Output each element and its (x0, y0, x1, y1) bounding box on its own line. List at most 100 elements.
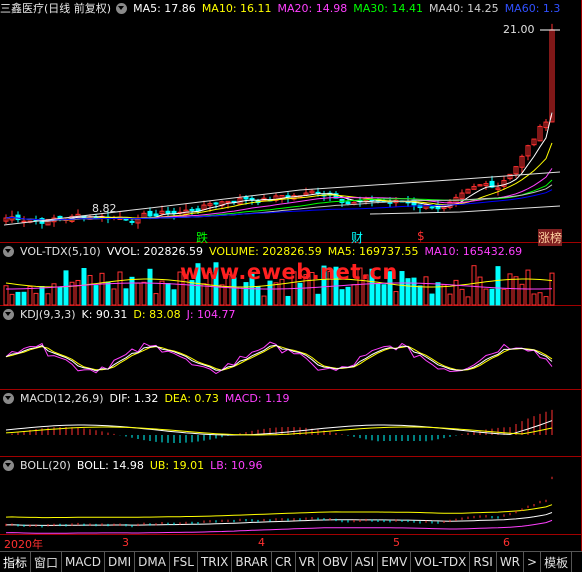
volume-bar (153, 293, 159, 306)
volume-bar (381, 284, 387, 306)
volume-bar (243, 282, 249, 306)
volume-bar (531, 293, 537, 306)
tab-rsi[interactable]: RSI (470, 552, 497, 572)
candle-body (153, 213, 159, 217)
time-label: 2020年 (4, 538, 43, 551)
candle-body (387, 201, 393, 204)
tab-macd[interactable]: MACD (62, 552, 106, 572)
volume-bar (93, 285, 99, 306)
volume-bar (273, 282, 279, 306)
volume-bar (393, 291, 399, 306)
tab-obv[interactable]: OBV (319, 552, 352, 572)
volume-bar (465, 296, 471, 306)
candle-body (21, 220, 27, 223)
volume-bar (75, 279, 81, 306)
volume-bar (507, 273, 513, 306)
volume-bar (537, 292, 543, 306)
volume-bar (189, 280, 195, 306)
macd-chart[interactable] (0, 390, 582, 457)
volume-bar (477, 276, 483, 306)
volume-bar (453, 279, 459, 306)
volume-bar (63, 270, 69, 306)
candle-body (171, 210, 177, 214)
volume-bar (159, 280, 165, 306)
volume-bar (375, 283, 381, 306)
volume-bar (255, 286, 261, 306)
kdj-panel[interactable]: KDJ(9,3,3) K: 90.31 D: 83.08 J: 104.77 (0, 306, 582, 390)
volume-bar (15, 291, 21, 306)
volume-bar (141, 281, 147, 306)
volume-bar (87, 274, 93, 306)
volume-bar (315, 293, 321, 306)
tab--[interactable]: 指标 (0, 552, 32, 572)
kdj-chart[interactable] (0, 306, 582, 390)
tab-dma[interactable]: DMA (135, 552, 170, 572)
volume-bar (147, 268, 153, 306)
candle-body (213, 202, 219, 205)
tab--[interactable]: 模板 (541, 552, 573, 572)
volume-bar (417, 285, 423, 306)
volume-bar (81, 267, 87, 306)
candle-body (15, 214, 21, 221)
volume-bar (21, 291, 27, 306)
volume-bar (285, 295, 291, 306)
volume-bar (483, 288, 489, 306)
volume-bar (297, 282, 303, 306)
high-price-label: 21.00 (503, 23, 535, 36)
volume-bar (489, 288, 495, 306)
tab-wr[interactable]: WR (497, 552, 525, 572)
candle-body (249, 197, 255, 201)
candle-body (189, 208, 195, 211)
boll-ub-line (5, 504, 553, 519)
candle-body (429, 206, 435, 209)
time-label: 6 (503, 536, 510, 549)
boll-mid-line (5, 512, 553, 526)
time-axis: 2020年 3 4 5 6 (0, 535, 582, 551)
candle-body (243, 196, 249, 200)
tab-cr[interactable]: CR (272, 552, 296, 572)
volume-bar (45, 293, 51, 306)
volume-bar (501, 288, 507, 306)
volume-bar (219, 284, 225, 306)
volume-bar (543, 296, 549, 306)
volume-bar (447, 293, 453, 306)
time-label: 5 (393, 536, 400, 549)
volume-bar (459, 288, 465, 306)
volume-bar (513, 276, 519, 306)
volume-bar (39, 286, 45, 306)
tab-dmi[interactable]: DMI (105, 552, 136, 572)
candle-body (147, 210, 153, 217)
marker-dollar[interactable]: $ (417, 229, 425, 243)
indicator-tab-bar: 指标 窗口 MACD DMI DMA FSL TRIX BRAR CR VR OBV ASI EMV VO… (0, 551, 582, 572)
tab-vol-tdx[interactable]: VOL-TDX (411, 552, 471, 572)
low-price-label: 8.82 (92, 202, 117, 215)
candle-body (129, 220, 135, 223)
boll-chart[interactable] (0, 457, 582, 535)
volume-bar (519, 283, 525, 306)
volume-bar (171, 289, 177, 306)
kline-chart[interactable] (0, 0, 582, 243)
tab-asi[interactable]: ASI (352, 552, 379, 572)
volume-bar (423, 276, 429, 306)
candle-body (165, 210, 171, 214)
volume-bar (105, 281, 111, 306)
time-label: 3 (122, 536, 129, 549)
volume-bar (27, 285, 33, 306)
kline-panel[interactable]: 三鑫医疗(日线 前复权) MA5: 17.86 MA10: 16.11 MA20… (0, 0, 582, 246)
volume-bar (201, 283, 207, 306)
tab--[interactable]: > (524, 552, 542, 572)
volume-bar (9, 293, 15, 306)
tab-trix[interactable]: TRIX (198, 552, 233, 572)
tab-vr[interactable]: VR (296, 552, 320, 572)
boll-panel[interactable]: BOLL(20) BOLL: 14.98 UB: 19.01 LB: 10.96 (0, 457, 582, 535)
tab--[interactable]: 窗口 (31, 552, 63, 572)
tab-emv[interactable]: EMV (378, 552, 412, 572)
macd-panel[interactable]: MACD(12,26,9) DIF: 1.32 DEA: 0.73 MACD: … (0, 390, 582, 457)
volume-bar (135, 282, 141, 306)
tab-fsl[interactable]: FSL (170, 552, 198, 572)
ma5-line (5, 112, 553, 222)
volume-bar (441, 284, 447, 306)
tab-brar[interactable]: BRAR (232, 552, 273, 572)
volume-bar (111, 288, 117, 306)
candle-body (345, 201, 351, 205)
